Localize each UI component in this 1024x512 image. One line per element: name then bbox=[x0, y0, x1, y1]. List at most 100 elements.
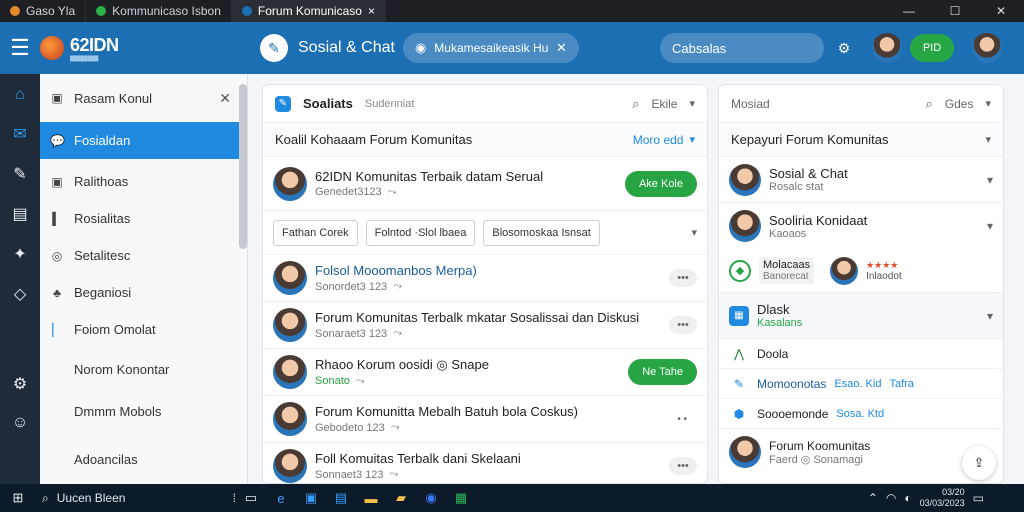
list-item[interactable]: ✎ Momoonotas Esao. Kid Tafra bbox=[719, 369, 1003, 399]
close-window-icon[interactable]: ✕ bbox=[978, 4, 1024, 18]
user-avatar-1[interactable] bbox=[872, 33, 902, 63]
wifi-icon[interactable]: ◠ bbox=[886, 491, 896, 505]
search-icon[interactable]: ⌕ bbox=[926, 96, 933, 112]
excel-icon[interactable]: ▦ bbox=[446, 490, 476, 506]
settings-gear-icon[interactable]: ⚙ bbox=[824, 40, 864, 57]
home-icon[interactable]: ⌂ bbox=[15, 86, 25, 104]
left-item-6[interactable]: Norom Konontar bbox=[40, 348, 247, 390]
main-filter-label[interactable]: Ekile bbox=[651, 97, 677, 111]
hamburger-menu-icon[interactable]: ☰ bbox=[0, 35, 40, 61]
channel-selector[interactable]: ◉ Mukamesaikeasik Huga ✕ bbox=[402, 33, 579, 63]
pinned-row[interactable]: 62IDN Komunitas Terbaik datam Serual Gen… bbox=[263, 157, 707, 211]
chevron-down-icon[interactable]: ▾ bbox=[689, 133, 695, 146]
filter-chip-1[interactable]: Folntod ·Slol lbaea bbox=[365, 219, 476, 246]
volume-icon[interactable]: ◐ bbox=[904, 491, 911, 505]
taskbar-search[interactable]: ⌕ Uucen Bleen ⁞ bbox=[36, 491, 236, 506]
store-icon[interactable]: ▣ bbox=[296, 490, 326, 506]
left-item-7[interactable]: Dmmm Mobols bbox=[40, 390, 247, 432]
table-row[interactable]: Forum Komunitas Terbalk mkatar Sosalissa… bbox=[263, 302, 707, 349]
app-icon[interactable]: ▤ bbox=[326, 490, 356, 506]
filter-chip-0[interactable]: Fathan Corek bbox=[273, 219, 358, 246]
list-item-text: Sosial & Chat Rosalc stat bbox=[769, 166, 848, 193]
board-icon[interactable]: ▤ bbox=[12, 204, 27, 224]
list-item[interactable]: ⬢ Soooemonde Sosa. Ktd bbox=[719, 399, 1003, 429]
left-item-5[interactable]: ▏ Foiom Omolat bbox=[40, 311, 247, 348]
chevron-down-icon[interactable]: ▾ bbox=[689, 97, 695, 110]
list-item-tag: Sosa. Ktd bbox=[836, 407, 885, 420]
table-row[interactable]: Foll Komuitas Terbalk dani Skelaani Sonn… bbox=[263, 443, 707, 483]
filter-chip-2[interactable]: Blosomoskaa Isnsat bbox=[483, 219, 600, 246]
left-panel-close-icon[interactable]: ✕ bbox=[219, 90, 231, 107]
user-badge[interactable]: PID bbox=[910, 34, 954, 62]
browser-tab-1[interactable]: Gaso Yla bbox=[0, 0, 87, 22]
join-button[interactable]: Ake Kole bbox=[624, 170, 697, 197]
brand-logo[interactable]: 62IDN ████████ bbox=[40, 35, 240, 62]
chat-app-icon[interactable]: ◉ bbox=[416, 490, 446, 506]
more-options-icon[interactable]: ••• bbox=[669, 316, 697, 334]
gear-icon[interactable]: ⚙ bbox=[13, 374, 27, 394]
maximize-icon[interactable]: ☐ bbox=[932, 4, 978, 18]
avatar bbox=[273, 355, 307, 389]
taskview-icon[interactable]: ▭ bbox=[236, 490, 266, 506]
minimize-icon[interactable]: — bbox=[886, 4, 932, 18]
right-search-label[interactable]: Mosiad bbox=[731, 97, 914, 111]
clock[interactable]: 03/20 03/03/2023 bbox=[920, 487, 965, 509]
menu-item-icon: ◎ bbox=[51, 248, 63, 263]
list-item[interactable]: ⋀ Doola bbox=[719, 339, 1003, 369]
left-item-1[interactable]: ▣ Ralithoas bbox=[40, 163, 247, 200]
table-row[interactable]: Rhaoo Korum oosidi ◎ Snape Sonato ⤳ Ne Ta… bbox=[263, 349, 707, 396]
header-search[interactable]: Cabsalas bbox=[660, 33, 824, 63]
channel-icon: ◉ bbox=[414, 40, 427, 55]
list-item[interactable]: Forum Koomunitas Faerd ◎ Sonamagi bbox=[719, 429, 1003, 475]
browser-tab-2[interactable]: Kommunicaso Isbon bbox=[86, 0, 232, 22]
chat-icon[interactable]: ✉ bbox=[13, 124, 26, 144]
row-text: Foll Komuitas Terbalk dani Skelaani Sonn… bbox=[315, 451, 661, 481]
chevron-down-icon[interactable]: ▾ bbox=[987, 173, 993, 187]
folder-icon[interactable]: ▬ bbox=[356, 491, 386, 506]
highlight-card[interactable]: ▦ Dlask Kasalans ▾ bbox=[719, 293, 1003, 339]
emoji-icon[interactable]: ☺ bbox=[12, 414, 28, 432]
left-panel-scrollbar[interactable] bbox=[239, 84, 247, 249]
more-options-icon[interactable]: • • bbox=[677, 414, 687, 425]
notification-icon[interactable]: ▭ bbox=[973, 491, 984, 505]
user-avatar-2[interactable] bbox=[972, 33, 1002, 63]
list-item[interactable]: Sosial & Chat Rosalc stat ▾ bbox=[719, 157, 1003, 203]
chevron-down-icon[interactable]: ▾ bbox=[691, 226, 697, 239]
tag-icon[interactable]: ◇ bbox=[14, 284, 26, 304]
more-options-icon[interactable]: ••• bbox=[669, 457, 697, 475]
left-item-label: Fosialdan bbox=[74, 133, 131, 148]
edge-icon[interactable]: e bbox=[266, 491, 296, 506]
more-link[interactable]: Moro edd bbox=[633, 133, 684, 147]
left-item-4[interactable]: ♣ Beganiosi bbox=[40, 274, 247, 311]
action-button[interactable]: Ne Tahe bbox=[628, 359, 697, 385]
puzzle-icon[interactable]: ✦ bbox=[13, 244, 26, 264]
left-item-2[interactable]: ▍ Rosialitas bbox=[40, 200, 247, 237]
windows-start-icon[interactable]: ⊞ bbox=[0, 490, 36, 506]
filter-row: Fathan Corek Folntod ·Slol lbaea Blosomo… bbox=[263, 211, 707, 255]
list-item[interactable]: Sooliria Konidaat Kaoaos ▾ bbox=[719, 203, 1003, 249]
mini-card[interactable]: ◆ Molacaas Banorecat ★★★★ Inlaodot bbox=[719, 249, 1003, 293]
right-section-title: Kepayuri Forum Komunitas bbox=[731, 132, 889, 147]
app-title-text: Sosial & Chat bbox=[298, 39, 395, 56]
more-options-icon[interactable]: ••• bbox=[669, 269, 697, 287]
tab-close-icon[interactable]: × bbox=[368, 4, 375, 18]
main-search-icon[interactable]: ⌕ bbox=[632, 96, 639, 112]
compose-fab-icon[interactable]: ⇪ bbox=[962, 446, 996, 480]
left-item-0[interactable]: 💬 Fosialdan bbox=[40, 122, 247, 159]
browser-tab-3[interactable]: Forum Komunicaso × bbox=[231, 0, 386, 22]
highlight-card-text: Dlask Kasalans bbox=[757, 302, 802, 329]
chevron-down-icon[interactable]: ▾ bbox=[987, 219, 993, 233]
window-controls: — ☐ ✕ bbox=[886, 4, 1024, 18]
channel-close-icon[interactable]: ✕ bbox=[556, 40, 567, 56]
right-filter[interactable]: Gdes bbox=[945, 97, 974, 111]
tools-icon[interactable]: ✎ bbox=[13, 164, 26, 184]
chevron-down-icon[interactable]: ▾ bbox=[987, 309, 993, 323]
table-row[interactable]: Folsol Mooomanbos Merpa) Sonordet3 123 ⤳ … bbox=[263, 255, 707, 302]
chevron-up-icon[interactable]: ⌃ bbox=[868, 491, 878, 505]
chevron-down-icon[interactable]: ▾ bbox=[985, 97, 991, 110]
files-icon[interactable]: ▰ bbox=[386, 490, 416, 506]
left-item-3[interactable]: ◎ Setalitesc bbox=[40, 237, 247, 274]
chevron-down-icon[interactable]: ▾ bbox=[985, 133, 991, 146]
table-row[interactable]: Forum Komunitta Mebalh Batuh bola Coskus… bbox=[263, 396, 707, 443]
left-item-8[interactable]: Adoancilas bbox=[40, 432, 247, 486]
